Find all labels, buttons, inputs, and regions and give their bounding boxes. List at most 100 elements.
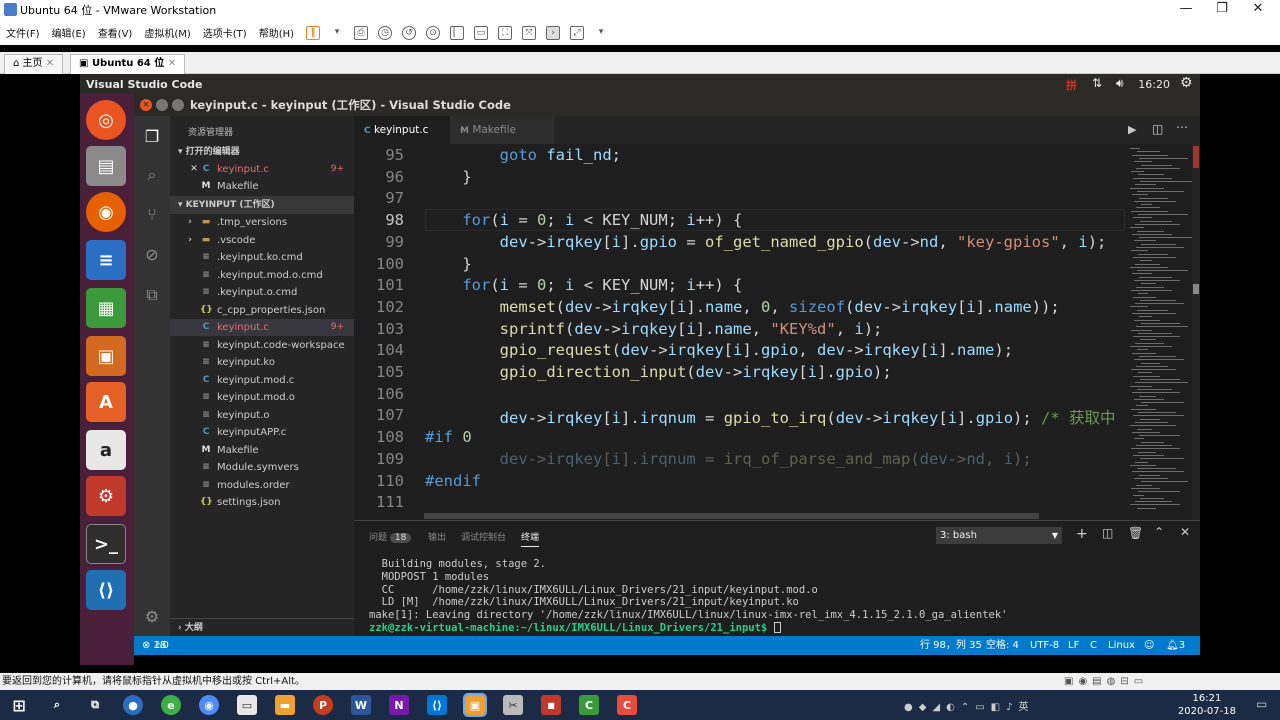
sidebar-toggle-icon[interactable]: ▏ <box>450 25 465 40</box>
explorer-icon[interactable]: ❐ <box>141 126 163 148</box>
panel-tab-output[interactable]: 输出 <box>428 530 446 543</box>
error-count[interactable]: ⊗ 18 ⚠ 0 <box>142 636 169 655</box>
snapshot-icon[interactable]: ◷ <box>378 25 393 40</box>
file-item[interactable]: CkeyinputAPP.c <box>170 424 354 441</box>
notifications[interactable]: 🔔︎ 3 <box>1166 636 1185 655</box>
file-explorer-icon[interactable]: ▭ <box>237 695 257 715</box>
code-line[interactable]: gpio_direction_input(dev->irqkey[i].gpio… <box>425 363 892 381</box>
vscode-taskbar-icon[interactable]: ⟨⟩ <box>427 695 447 715</box>
file-item[interactable]: M Makefile <box>170 442 354 459</box>
revert-snapshot-icon[interactable]: ↺ <box>402 25 417 40</box>
search-icon[interactable]: ⌕ <box>141 164 163 186</box>
file-item[interactable]: › ▬ .vscode <box>170 232 354 249</box>
terminal-icon[interactable]: >_ <box>86 524 126 564</box>
file-item[interactable]: {} settings.json <box>170 494 354 511</box>
app-orange-icon[interactable]: C <box>617 695 637 715</box>
input-method-icon[interactable]: 拼 <box>1066 77 1077 93</box>
menu-view[interactable]: 查看(V) <box>98 25 133 40</box>
dropdown-icon[interactable]: ▾ <box>330 26 344 40</box>
panel-tab-terminal[interactable]: 终端 <box>521 530 540 547</box>
menu-help[interactable]: 帮助(H) <box>259 25 294 40</box>
taskbar-clock[interactable]: 16:21 2020-07-18 <box>1178 690 1236 720</box>
feedback-icon[interactable]: ☺ <box>1144 636 1154 655</box>
console-view-icon[interactable]: ▭ <box>474 25 489 40</box>
indentation[interactable]: 空格: 4 <box>986 636 1019 655</box>
app-red-icon[interactable]: ■ <box>541 695 561 715</box>
window-maximize-icon[interactable] <box>172 99 184 111</box>
vscode-launcher-icon[interactable]: ⟨⟩ <box>86 570 126 610</box>
debug-icon[interactable]: ⊘ <box>141 244 163 266</box>
code-line[interactable]: #endif <box>425 472 481 490</box>
fullscreen-icon[interactable]: ⛶ <box>498 25 513 40</box>
stretch-dropdown-icon[interactable]: ▾ <box>594 26 608 40</box>
outline-section[interactable]: › 大纲 <box>170 618 354 636</box>
source-control-icon[interactable]: ⑂ <box>141 204 163 226</box>
code-line[interactable]: dev->irqkey[i].irqnum = gpio_to_irq(dev-… <box>425 406 1116 428</box>
code-line[interactable]: memset(dev->irqkey[i].name, 0, sizeof(de… <box>425 298 1060 316</box>
file-item[interactable]: ≡ .keyinput.o.cmd <box>170 284 354 301</box>
system-settings-icon[interactable]: ⚙ <box>86 476 126 516</box>
minimap[interactable] <box>1128 144 1192 520</box>
line-ending[interactable]: LF <box>1068 636 1079 655</box>
ubuntu-dash-icon[interactable]: ◎ <box>86 100 126 140</box>
unity-icon[interactable]: ⤧ <box>522 25 537 40</box>
chrome-icon[interactable]: ◉ <box>199 695 219 715</box>
network-icon[interactable]: ⇅ <box>1092 76 1102 90</box>
firefox-icon[interactable]: ◉ <box>86 192 126 232</box>
panel-tab-debug-console[interactable]: 调试控制台 <box>461 530 506 543</box>
window-minimize-icon[interactable] <box>156 99 168 111</box>
run-icon[interactable]: ▶ <box>1128 123 1136 136</box>
minimize-icon[interactable]: — <box>1168 0 1204 20</box>
more-actions-icon[interactable]: ⋯ <box>1176 120 1188 134</box>
menu-file[interactable]: 文件(F) <box>6 25 40 40</box>
impress-icon[interactable]: ▣ <box>86 336 126 376</box>
terminal-select[interactable]: 3: bash ▼ <box>936 527 1062 544</box>
pause-icon[interactable]: ‖ <box>306 25 321 40</box>
file-item[interactable]: ≡ modules.order <box>170 477 354 494</box>
close-icon[interactable]: ✕ <box>1240 0 1276 20</box>
file-item[interactable]: Ckeyinput.c 9+ <box>170 319 354 336</box>
open-editors-section[interactable]: ▾ 打开的编辑器 <box>170 143 354 161</box>
split-editor-icon[interactable]: ◫ <box>1152 122 1163 136</box>
stretch-icon[interactable]: ⤢ <box>570 25 585 40</box>
horizontal-scrollbar[interactable] <box>424 513 1039 519</box>
onenote-icon[interactable]: N <box>389 695 409 715</box>
tab-keyinput-c[interactable]: C keyinput.c <box>354 116 450 144</box>
notification-center-icon[interactable]: ▭ <box>1256 697 1267 711</box>
code-line[interactable]: for(i = 0; i < KEY_NUM; i++) { <box>425 276 742 294</box>
menu-tabs[interactable]: 选项卡(T) <box>203 25 247 40</box>
vertical-scrollbar[interactable] <box>1192 144 1200 520</box>
code-line[interactable]: goto fail_nd; <box>425 146 621 164</box>
camera-app-icon[interactable]: ● <box>123 695 143 715</box>
split-terminal-icon[interactable]: ◫ <box>1102 526 1113 540</box>
app-green-icon[interactable]: C <box>579 695 599 715</box>
kill-terminal-icon[interactable]: 🗑︎ <box>1128 526 1143 540</box>
system-tray-icons[interactable]: ●◆◢◐⌃▭◧♪英 <box>904 698 1035 713</box>
settings-gear-icon[interactable]: ⚙ <box>1180 75 1193 91</box>
calc-icon[interactable]: ▦ <box>86 288 126 328</box>
file-item[interactable]: ≡ keyinput.mod.o <box>170 389 354 406</box>
close-editor-icon[interactable]: ✕ <box>188 161 200 178</box>
send-keys-icon[interactable]: ⎙ <box>354 25 369 40</box>
code-editor[interactable]: 95 goto fail_nd; 96 } 97 98 for(i = 0; i < … <box>354 144 1200 520</box>
menu-edit[interactable]: 编辑(E) <box>52 25 86 40</box>
files-icon[interactable]: ▤ <box>86 146 126 186</box>
software-center-icon[interactable]: A <box>86 382 126 422</box>
code-line[interactable]: dev->irqkey[i].irqnum = irq_of_parse_and… <box>425 450 1032 468</box>
file-item[interactable]: ≡ Module.symvers <box>170 459 354 476</box>
platform[interactable]: Linux <box>1108 636 1135 655</box>
open-editor-item[interactable]: M Makefile <box>170 178 354 195</box>
amazon-icon[interactable]: a <box>86 430 126 470</box>
code-line[interactable]: dev->irqkey[i].gpio = of_get_named_gpio(… <box>425 233 1107 251</box>
file-item[interactable]: ≡ keyinput.o <box>170 407 354 424</box>
browser-360-icon[interactable]: e <box>161 695 181 715</box>
menu-vm[interactable]: 虚拟机(M) <box>144 25 190 40</box>
folder-icon[interactable]: ▬ <box>275 695 295 715</box>
cursor-position[interactable]: 行 98，列 35 <box>920 636 982 655</box>
code-line[interactable]: sprintf(dev->irqkey[i].name, "KEY%d", i)… <box>425 320 883 338</box>
manage-gear-icon[interactable]: ⚙ <box>141 606 163 628</box>
volume-icon[interactable]: 🔊︎ <box>1116 76 1124 91</box>
encoding[interactable]: UTF-8 <box>1030 636 1059 655</box>
code-line[interactable]: } <box>425 255 471 273</box>
extensions-icon[interactable]: ⧉ <box>141 284 163 306</box>
